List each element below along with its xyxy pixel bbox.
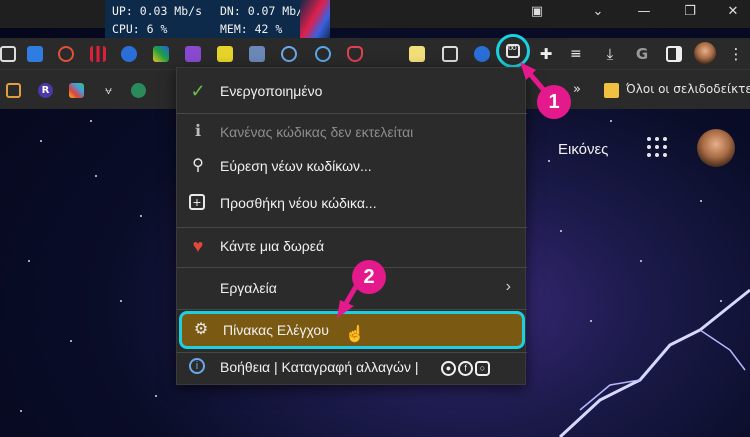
- callout-badge-1: 1: [537, 85, 571, 119]
- callout-arrows: [337, 62, 550, 318]
- screen: ▣ ⌄ — ❐ ✕ UP: 0.03 Mb/s DN: 0.07 Mb/s CP…: [0, 0, 750, 437]
- callout-badge-2: 2: [352, 260, 386, 294]
- callout-arrowhead-2: [337, 300, 354, 318]
